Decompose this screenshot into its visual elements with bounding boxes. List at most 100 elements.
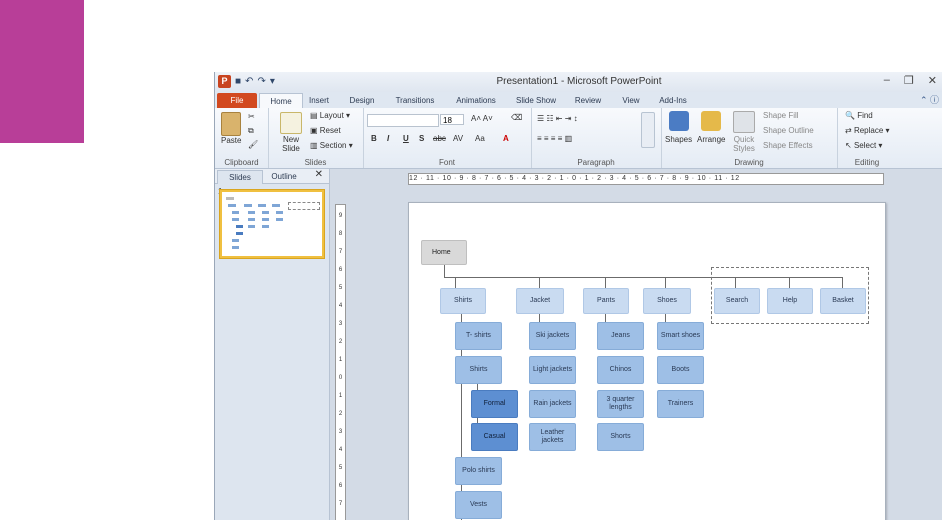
format-painter-icon[interactable]: 🖌 [248, 140, 258, 149]
vertical-ruler[interactable]: 9 8 7 6 5 4 3 2 1 0 1 2 3 4 5 6 7 [335, 204, 346, 520]
grow-font-icon[interactable]: A˄ A˅ [471, 114, 493, 123]
sitemap-ski-jackets[interactable]: Ski jackets [529, 322, 576, 350]
font-color-button[interactable]: A [503, 134, 509, 143]
cut-icon[interactable]: ✂ [248, 112, 255, 121]
tab-slide-show[interactable]: Slide Show [511, 93, 561, 108]
sitemap-casual[interactable]: Casual [471, 423, 518, 451]
copy-icon[interactable]: ⧉ [248, 126, 254, 136]
font-size-input[interactable]: 18 [440, 114, 464, 125]
arrange-icon[interactable] [701, 111, 721, 131]
layout-button[interactable]: ▤ Layout ▾ [310, 111, 350, 120]
reset-button[interactable]: ▣ Reset [310, 126, 341, 135]
tab-outline[interactable]: Outline [263, 170, 305, 183]
new-slide-icon[interactable] [280, 112, 302, 134]
sitemap-pants[interactable]: Pants [583, 288, 629, 314]
find-button[interactable]: 🔍 Find [845, 111, 873, 120]
sitemap-polo-shirts[interactable]: Polo shirts [455, 457, 502, 485]
sitemap-formal[interactable]: Formal [471, 390, 518, 418]
sitemap-shoes[interactable]: Shoes [643, 288, 691, 314]
change-case-button[interactable]: Aa [475, 134, 485, 143]
character-spacing-button[interactable]: AV [453, 134, 463, 143]
tab-animations[interactable]: Animations [449, 93, 503, 108]
reset-label: Reset [319, 126, 341, 135]
tab-home[interactable]: Home [259, 93, 303, 109]
thumb-shape [248, 225, 255, 228]
sitemap-chinos[interactable]: Chinos [597, 356, 644, 384]
ruler-tick: 2 [338, 411, 343, 417]
replace-button[interactable]: ⇄ Replace ▾ [845, 126, 890, 135]
shapes-button[interactable]: Shapes [665, 135, 692, 144]
tab-design[interactable]: Design [343, 93, 381, 108]
sitemap-rain-jackets[interactable]: Rain jackets [529, 390, 576, 418]
sitemap-jeans[interactable]: Jeans [597, 322, 644, 350]
bold-button[interactable]: B [371, 134, 377, 143]
close-icon[interactable]: ✕ [928, 74, 937, 87]
ruler-tick: 2 [338, 339, 343, 345]
shape-effects-button[interactable]: Shape Effects [763, 141, 813, 150]
quick-styles-icon[interactable] [733, 111, 755, 133]
ruler-tick: 6 [338, 267, 343, 273]
tab-review[interactable]: Review [569, 93, 607, 108]
align-icons[interactable]: ≡ ≡ ≡ ≡ ▥ [537, 134, 572, 143]
italic-button[interactable]: I [387, 134, 389, 143]
tab-slides[interactable]: Slides [217, 170, 263, 184]
paste-button[interactable]: Paste [221, 136, 241, 145]
sitemap-t-shirts[interactable]: T- shirts [455, 322, 502, 350]
tab-add-ins[interactable]: Add-Ins [653, 93, 693, 108]
sitemap-shirts[interactable]: Shirts [440, 288, 486, 314]
shape-fill-button[interactable]: Shape Fill [763, 111, 799, 120]
ruler-tick: 3 [338, 429, 343, 435]
restore-icon[interactable]: ❐ [904, 74, 914, 87]
shapes-icon[interactable] [669, 111, 689, 131]
slide-thumbnail[interactable] [220, 190, 324, 258]
sitemap-home[interactable]: Home [421, 240, 467, 265]
font-name-input[interactable] [367, 114, 439, 127]
thumb-shape [248, 211, 255, 214]
sitemap-vests[interactable]: Vests [455, 491, 502, 519]
bullets-icon[interactable]: ☰ ☷ ⇤ ⇥ ↕ [537, 114, 578, 123]
help-icon[interactable]: ⌃ ⓘ [920, 93, 939, 106]
editing-label: Editing [854, 158, 880, 167]
thumb-shape [232, 246, 239, 249]
sitemap-basket[interactable]: Basket [820, 288, 866, 314]
sitemap-search[interactable]: Search [714, 288, 760, 314]
new-slide-button[interactable]: New Slide [276, 135, 306, 153]
section-button[interactable]: ▥ Section ▾ [310, 141, 353, 150]
select-button[interactable]: ↖ Select ▾ [845, 141, 882, 150]
paste-icon[interactable] [221, 112, 241, 136]
minimize-icon[interactable]: – [884, 74, 890, 87]
strikethrough-button[interactable]: abc [433, 134, 446, 143]
replace-label: Replace [853, 126, 884, 135]
connector-line [665, 277, 666, 288]
sitemap-3-quarter-lengths[interactable]: 3 quarter lengths [597, 390, 644, 418]
shape-outline-button[interactable]: Shape Outline [763, 126, 814, 135]
close-pane-icon[interactable]: ✕ [315, 169, 323, 180]
sitemap-smart-shoes[interactable]: Smart shoes [657, 322, 704, 350]
arrange-button[interactable]: Arrange [697, 135, 725, 144]
tab-file[interactable]: File [217, 93, 257, 108]
slides-label: Slides [304, 158, 327, 167]
shadow-button[interactable]: S [419, 134, 424, 143]
horizontal-ruler[interactable]: 12 · 11 · 10 · 9 · 8 · 7 · 6 · 5 · 4 · 3… [408, 173, 884, 185]
slide-canvas[interactable]: Home Shirts Jacket Pants Shoes Search He… [408, 202, 886, 520]
sitemap-trainers[interactable]: Trainers [657, 390, 704, 418]
tab-insert[interactable]: Insert [303, 93, 335, 108]
sitemap-boots[interactable]: Boots [657, 356, 704, 384]
clipboard-group: Paste ✂ ⧉ 🖌 Clipboard [215, 108, 269, 168]
ruler-tick: 6 [338, 483, 343, 489]
sitemap-shorts[interactable]: Shorts [597, 423, 644, 451]
thumb-shape [276, 211, 283, 214]
underline-button[interactable]: U [403, 134, 409, 143]
sitemap-shirts-sub[interactable]: Shirts [455, 356, 502, 384]
text-direction-icon[interactable] [641, 112, 655, 148]
sitemap-help[interactable]: Help [767, 288, 813, 314]
tab-transitions[interactable]: Transitions [388, 93, 442, 108]
sitemap-jacket[interactable]: Jacket [516, 288, 564, 314]
quick-styles-button[interactable]: Quick Styles [731, 135, 757, 153]
sitemap-leather-jackets[interactable]: Leather jackets [529, 423, 576, 451]
connector-line [455, 277, 456, 288]
clear-formatting-icon[interactable]: ⌫ [511, 113, 522, 122]
find-label: Find [857, 111, 873, 120]
tab-view[interactable]: View [615, 93, 647, 108]
sitemap-light-jackets[interactable]: Light jackets [529, 356, 576, 384]
